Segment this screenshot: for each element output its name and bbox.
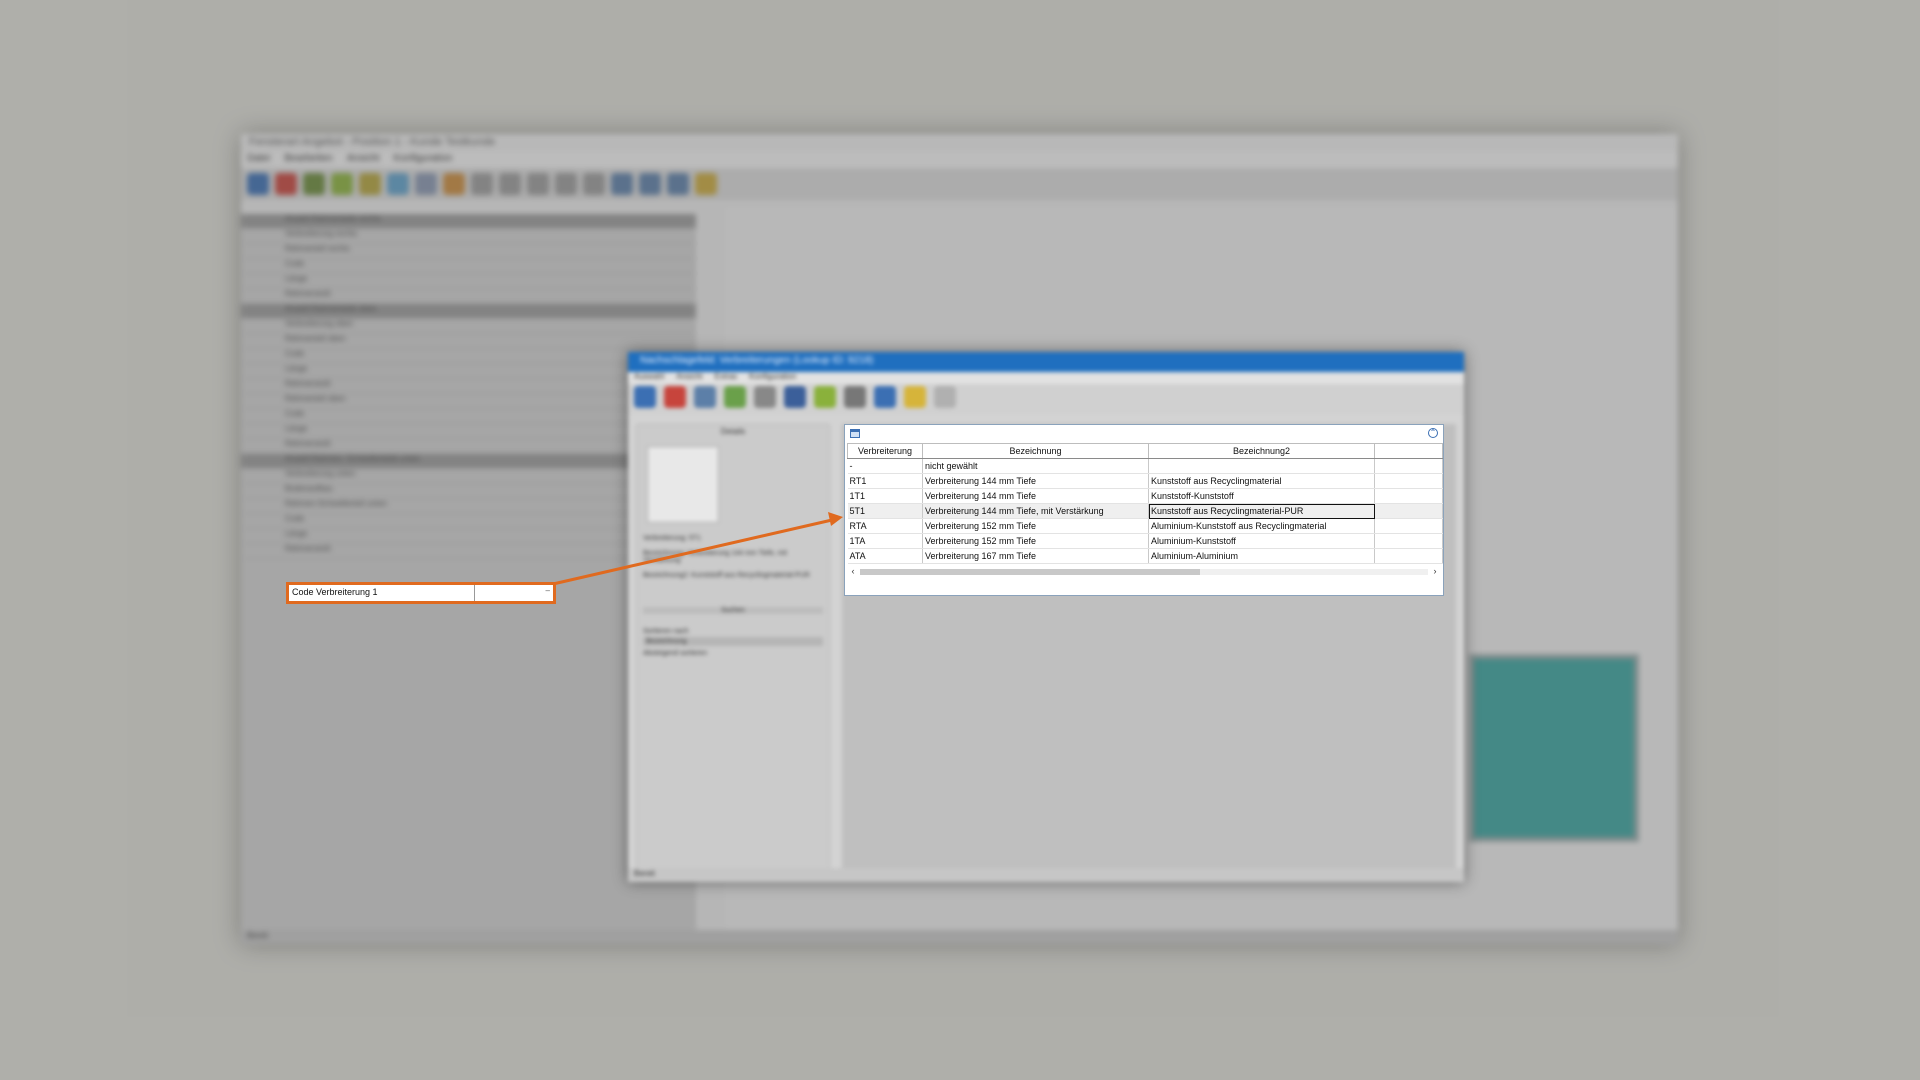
table-cell[interactable]: Aluminium-Aluminium <box>1148 548 1375 564</box>
table-cell[interactable]: 1T1 <box>847 488 923 504</box>
edit-icon[interactable] <box>844 386 866 408</box>
menu-item[interactable]: Extras <box>714 372 737 384</box>
collapse-up-icon[interactable]: ⌃ <box>1428 428 1438 438</box>
scroll-right-icon[interactable]: › <box>1430 566 1440 577</box>
field-value[interactable] <box>475 585 553 601</box>
scroll-left-icon[interactable]: ‹ <box>848 566 858 577</box>
column-header[interactable]: Bezeichnung2 <box>1148 443 1375 459</box>
star-icon[interactable] <box>904 386 926 408</box>
table-cell[interactable]: RTA <box>847 518 923 534</box>
table-cell[interactable]: - <box>847 458 923 474</box>
table-cell[interactable]: 5T1 <box>847 503 923 519</box>
table-cell[interactable]: Verbreiterung 152 mm Tiefe <box>922 533 1149 549</box>
table-cell[interactable] <box>1374 488 1443 504</box>
search-button[interactable]: Suchen <box>643 607 823 614</box>
dialog-menu: Auswahl Ansicht Extras Konfiguration <box>628 372 1464 384</box>
table-cell[interactable]: Kunststoff aus Recyclingmaterial-PUR <box>1148 503 1375 519</box>
table-row[interactable]: ATA Verbreiterung 167 mm Tiefe Aluminium-A… <box>847 548 1443 564</box>
document-icon[interactable] <box>934 386 956 408</box>
panel-header: ⌃ <box>845 425 1443 443</box>
column-header[interactable]: Bezeichnung <box>922 443 1149 459</box>
menu-item[interactable]: Ansicht <box>676 372 702 384</box>
profile-thumbnail <box>647 446 719 523</box>
dialog-status-bar: Bereit <box>628 868 1464 882</box>
table-row[interactable]: 1T1 Verbreiterung 144 mm Tiefe Kunststoff-… <box>847 488 1443 504</box>
save-icon[interactable] <box>784 386 806 408</box>
image-icon[interactable] <box>724 386 746 408</box>
table-cell[interactable]: Aluminium-Kunststoff <box>1148 533 1375 549</box>
menu-item[interactable]: Auswahl <box>634 372 664 384</box>
table-cell[interactable] <box>1148 458 1375 474</box>
dialog-title: Nachschlagefeld: Verbreiterungen (Lookup… <box>628 352 1464 372</box>
table-row[interactable]: - nicht gewählt <box>847 458 1443 474</box>
sort-desc-checkbox[interactable]: Absteigend sortieren <box>637 646 829 661</box>
table-cell[interactable] <box>1374 458 1443 474</box>
field-label: Code Verbreiterung 1 <box>289 585 475 601</box>
scroll-track[interactable] <box>860 569 1428 575</box>
horizontal-scrollbar[interactable]: ‹ › <box>848 566 1440 577</box>
table-cell[interactable]: Aluminium-Kunststoff aus Recyclingmateri… <box>1148 518 1375 534</box>
refresh-icon[interactable] <box>814 386 836 408</box>
menu-item[interactable]: Konfiguration <box>749 372 796 384</box>
table-cell[interactable]: 1TA <box>847 533 923 549</box>
dialog-toolbar <box>628 384 1464 414</box>
table-cell[interactable]: Verbreiterung 144 mm Tiefe <box>922 473 1149 489</box>
filter-icon[interactable] <box>754 386 776 408</box>
table-icon[interactable] <box>694 386 716 408</box>
table-cell[interactable]: Verbreiterung 152 mm Tiefe <box>922 518 1149 534</box>
table-cell[interactable]: Kunststoff aus Recyclingmaterial <box>1148 473 1375 489</box>
table-cell[interactable] <box>1374 518 1443 534</box>
tag-icon[interactable] <box>874 386 896 408</box>
lookup-table: Verbreiterung Bezeichnung Bezeichnung2 -… <box>847 443 1443 564</box>
column-header[interactable]: Verbreiterung <box>847 443 923 459</box>
table-cell[interactable] <box>1374 473 1443 489</box>
code-verbreiterung-field[interactable]: Code Verbreiterung 1 <box>286 582 556 604</box>
sort-label: Sortieren nach <box>643 628 689 635</box>
table-cell[interactable]: ATA <box>847 548 923 564</box>
grid-icon[interactable] <box>850 429 860 438</box>
cancel-icon[interactable] <box>664 386 686 408</box>
details-title: Details <box>720 427 746 436</box>
table-cell[interactable] <box>1374 533 1443 549</box>
lookup-table-panel: ⌃ Verbreiterung Bezeichnung Bezeichnung2… <box>844 424 1444 596</box>
detail-line: Bezeichnung: Verbreiterung 144 mm Tiefe,… <box>643 550 787 564</box>
table-cell[interactable] <box>1374 548 1443 564</box>
table-cell[interactable]: Kunststoff-Kunststoff <box>1148 488 1375 504</box>
sort-select[interactable]: Bezeichnung <box>643 637 823 646</box>
table-cell[interactable]: nicht gewählt <box>922 458 1149 474</box>
table-cell[interactable]: Verbreiterung 144 mm Tiefe <box>922 488 1149 504</box>
table-row[interactable]: 5T1 Verbreiterung 144 mm Tiefe, mit Verst… <box>847 503 1443 519</box>
details-pane: Details Verbreiterung: 5T1 Bezeichnung: … <box>636 424 830 872</box>
table-row[interactable]: RTA Verbreiterung 152 mm Tiefe Aluminium-K… <box>847 518 1443 534</box>
table-cell[interactable]: RT1 <box>847 473 923 489</box>
table-cell[interactable] <box>1374 503 1443 519</box>
table-row[interactable]: RT1 Verbreiterung 144 mm Tiefe Kunststoff … <box>847 473 1443 489</box>
table-cell[interactable]: Verbreiterung 167 mm Tiefe <box>922 548 1149 564</box>
table-row[interactable]: 1TA Verbreiterung 152 mm Tiefe Aluminium-K… <box>847 533 1443 549</box>
detail-line: Bezeichnung2: Kunststoff aus Recyclingma… <box>643 572 810 579</box>
scroll-thumb[interactable] <box>860 569 1200 575</box>
table-header-row: Verbreiterung Bezeichnung Bezeichnung2 <box>847 443 1443 459</box>
ok-icon[interactable] <box>634 386 656 408</box>
detail-line: Verbreiterung: 5T1 <box>643 535 701 542</box>
table-cell[interactable]: Verbreiterung 144 mm Tiefe, mit Verstärk… <box>922 503 1149 519</box>
column-header[interactable] <box>1374 443 1443 459</box>
